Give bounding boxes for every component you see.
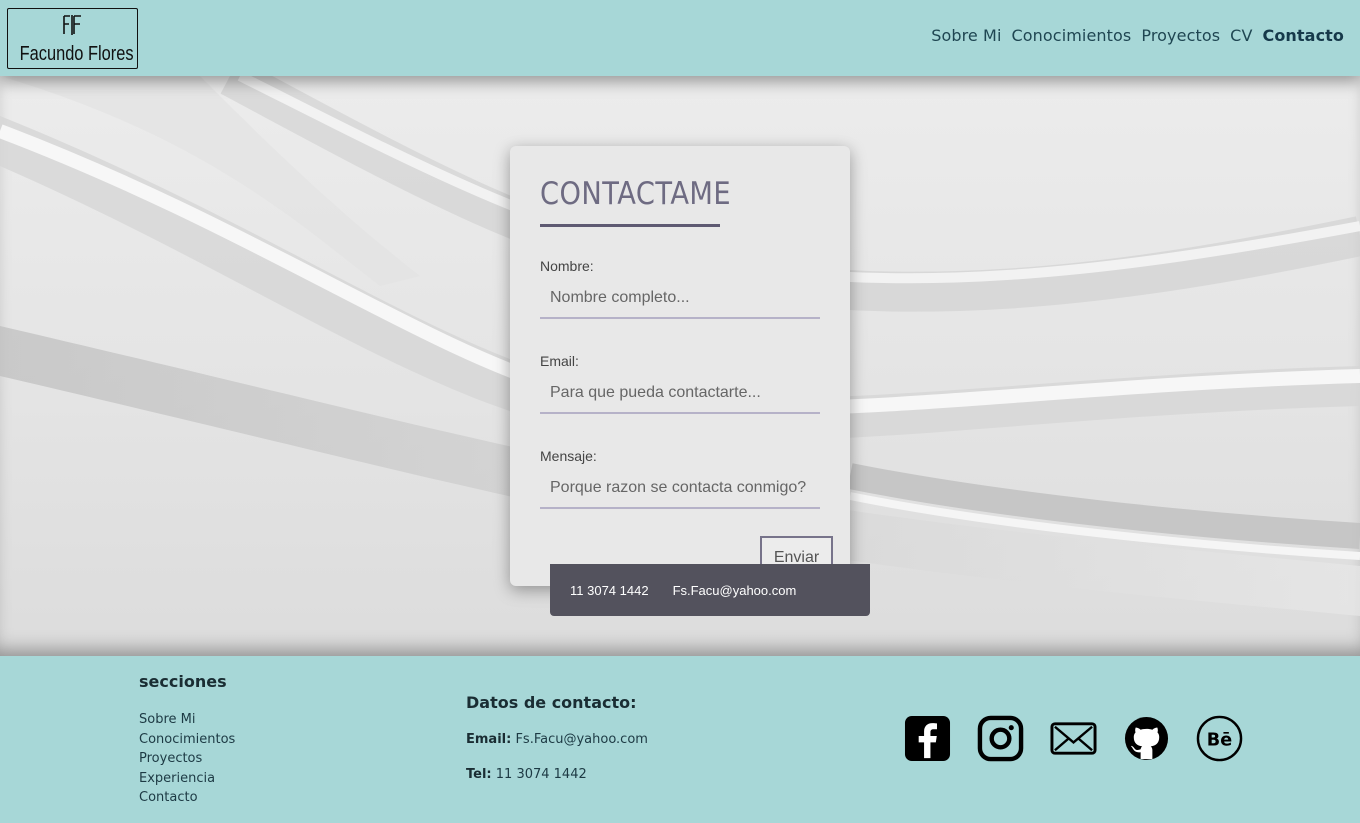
contact-info-bar: 11 3074 1442 Fs.Facu@yahoo.com: [550, 564, 870, 616]
footer-tel-row: Tel: 11 3074 1442: [466, 767, 587, 782]
site-header: Facundo Flores Sobre Mi Conocimientos Pr…: [0, 0, 1360, 76]
footer-tel-label: Tel:: [466, 767, 492, 782]
footer-link-conocimientos[interactable]: Conocimientos: [139, 730, 235, 750]
mail-icon[interactable]: [1050, 715, 1097, 762]
form-title: CONTACTAME: [540, 176, 732, 212]
title-underline: [540, 224, 720, 227]
info-email: Fs.Facu@yahoo.com: [672, 582, 797, 598]
main-nav: Sobre Mi Conocimientos Proyectos CV Cont…: [931, 26, 1344, 45]
contact-form: CONTACTAME Nombre: Email: Mensaje: Envia…: [510, 146, 850, 586]
nav-item-proyectos[interactable]: Proyectos: [1141, 26, 1220, 45]
logo-name: Facundo Flores: [19, 43, 134, 65]
logo-mark: [8, 13, 137, 43]
nav-item-sobre-mi[interactable]: Sobre Mi: [931, 26, 1001, 45]
footer-link-sobre-mi[interactable]: Sobre Mi: [139, 710, 235, 730]
footer-tel-value: 11 3074 1442: [495, 767, 587, 782]
footer-link-experiencia[interactable]: Experiencia: [139, 769, 235, 789]
footer-email-value: Fs.Facu@yahoo.com: [515, 732, 648, 747]
social-links: Bē: [904, 715, 1243, 762]
footer-link-contacto[interactable]: Contacto: [139, 788, 235, 808]
footer-link-proyectos[interactable]: Proyectos: [139, 749, 235, 769]
nav-item-contacto[interactable]: Contacto: [1263, 26, 1345, 45]
footer-email-label: Email:: [466, 732, 512, 747]
footer-contact-title: Datos de contacto:: [466, 693, 637, 712]
logo-monogram-icon: [62, 15, 81, 35]
nombre-label: Nombre:: [540, 258, 594, 274]
footer-links: Sobre Mi Conocimientos Proyectos Experie…: [139, 710, 235, 808]
footer-email-row: Email: Fs.Facu@yahoo.com: [466, 732, 648, 747]
instagram-icon[interactable]: [977, 715, 1024, 762]
email-label: Email:: [540, 353, 579, 369]
site-footer: secciones Sobre Mi Conocimientos Proyect…: [0, 656, 1360, 823]
nav-item-cv[interactable]: CV: [1230, 26, 1252, 45]
nav-item-conocimientos[interactable]: Conocimientos: [1012, 26, 1132, 45]
info-phone: 11 3074 1442: [570, 582, 649, 598]
mensaje-label: Mensaje:: [540, 448, 597, 464]
behance-icon[interactable]: Bē: [1196, 715, 1243, 762]
mensaje-input[interactable]: [540, 469, 820, 509]
facebook-icon[interactable]: [904, 715, 951, 762]
footer-sections-title: secciones: [139, 672, 227, 691]
svg-text:Bē: Bē: [1207, 730, 1232, 750]
github-icon[interactable]: [1123, 715, 1170, 762]
email-input[interactable]: [540, 374, 820, 414]
nombre-input[interactable]: [540, 279, 820, 319]
logo[interactable]: Facundo Flores: [7, 8, 138, 69]
